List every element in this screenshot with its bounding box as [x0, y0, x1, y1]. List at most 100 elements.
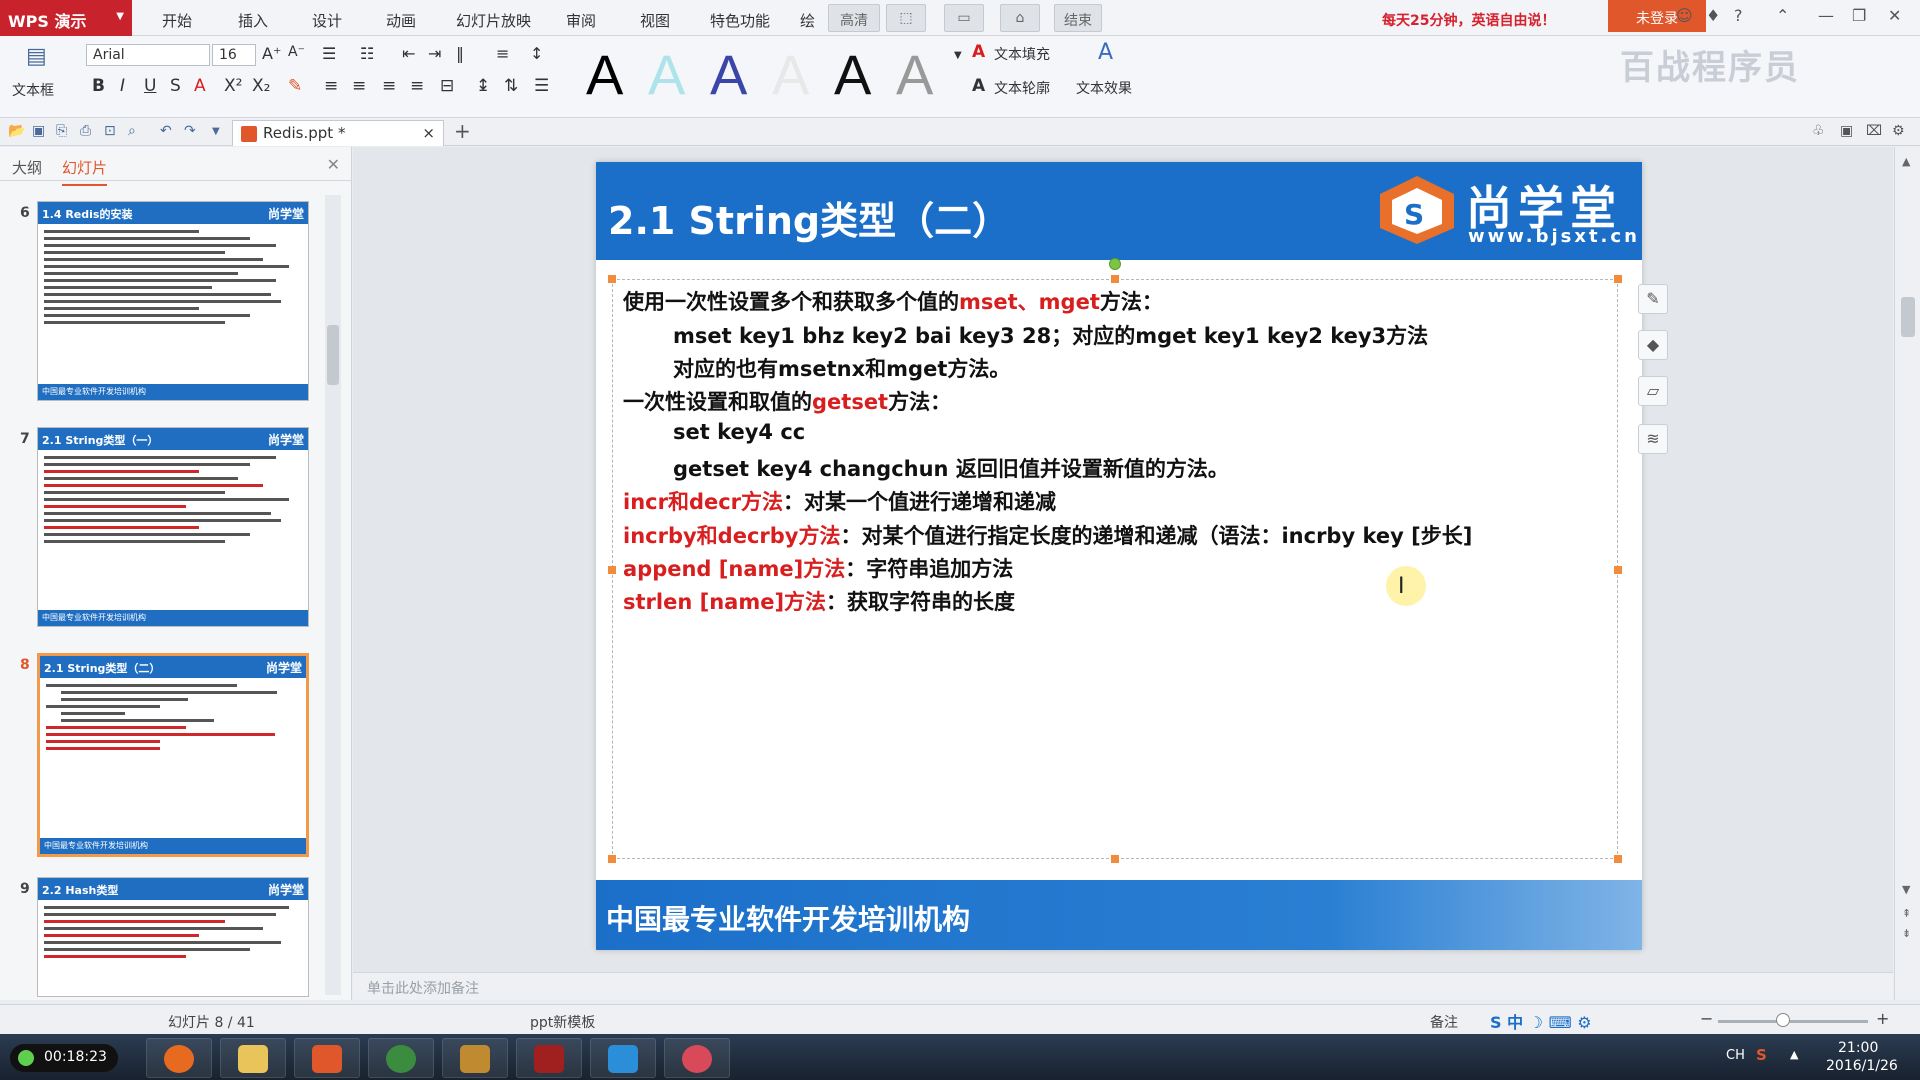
distribute-icon[interactable]: ⊟	[440, 76, 454, 96]
open-icon[interactable]: 📂	[8, 123, 25, 139]
scroll-up-icon[interactable]: ▲	[1902, 155, 1910, 168]
text-direction-icon[interactable]: ↕	[530, 44, 543, 63]
layers-icon[interactable]: ≋	[1638, 424, 1668, 454]
prev-slide-icon[interactable]: ⇞	[1902, 907, 1911, 920]
columns-icon[interactable]: ‖	[456, 44, 464, 63]
new-tab-icon[interactable]: +	[454, 119, 471, 143]
fill-icon[interactable]: ◆	[1638, 330, 1668, 360]
redo-icon[interactable]: ↷	[184, 123, 196, 139]
text-outline-button[interactable]: 文本轮廓	[994, 78, 1050, 98]
text-style-white[interactable]: A	[772, 42, 809, 107]
print-preview-icon[interactable]: ⊡	[104, 123, 116, 139]
next-slide-icon[interactable]: ⇟	[1902, 927, 1911, 940]
tray-expand-icon[interactable]: ▲	[1790, 1048, 1798, 1061]
taskbar-app-7[interactable]	[590, 1038, 656, 1078]
resize-handle[interactable]	[608, 855, 616, 863]
chevron-down-icon[interactable]: ▼	[954, 50, 962, 61]
shadow-text-icon[interactable]: S	[170, 76, 181, 96]
ribbon-collapse-icon[interactable]: ⌃	[1776, 6, 1789, 25]
resize-handle[interactable]	[608, 566, 616, 574]
language-indicator[interactable]: CH	[1726, 1048, 1745, 1063]
skin-icon[interactable]: ☺	[1676, 6, 1693, 25]
scrollbar-thumb[interactable]	[1901, 297, 1915, 337]
text-style-blue[interactable]: A	[710, 42, 747, 107]
bullet-list-icon[interactable]: ☰	[322, 44, 336, 63]
end-button[interactable]: 结束	[1054, 4, 1102, 32]
chevron-down-icon[interactable]: ▼	[212, 126, 220, 137]
zoom-slider[interactable]	[1718, 1020, 1868, 1023]
font-shrink-icon[interactable]: A⁻	[288, 44, 305, 60]
screen-recorder[interactable]: 00:18:23	[10, 1044, 118, 1072]
subscript-icon[interactable]: X₂	[252, 76, 270, 96]
thumbnail-scrollbar[interactable]	[325, 195, 341, 995]
close-tab-icon[interactable]: ×	[422, 124, 435, 142]
font-size-select[interactable]: 16	[212, 44, 256, 66]
font-color-icon[interactable]: A	[194, 76, 206, 96]
text-style-bold[interactable]: A	[834, 42, 871, 107]
slide[interactable]: 2.1 String类型（二） S 尚学堂 www.bjsxt.cn 使用一次性…	[596, 162, 1642, 950]
home-icon[interactable]: ⌂	[1000, 4, 1040, 32]
vertical-scrollbar[interactable]: ▲ ▼ ⇞ ⇟	[1894, 147, 1920, 1000]
tool-icon[interactable]: ♧	[1812, 123, 1825, 139]
close-icon[interactable]: ✕	[1888, 6, 1901, 25]
zoom-in-icon[interactable]: +	[1876, 1009, 1889, 1028]
taskbar-app-8[interactable]	[664, 1038, 730, 1078]
font-name-select[interactable]: Arial	[86, 44, 210, 66]
menu-insert[interactable]: 插入	[238, 10, 268, 31]
zoom-out-icon[interactable]: −	[1700, 1009, 1713, 1028]
italic-icon[interactable]: I	[120, 76, 125, 96]
slide-thumbnail-6[interactable]: 1.4 Redis的安装 尚学堂 中国最专业软件开发培训机构	[37, 201, 309, 401]
window-icon[interactable]: ▭	[944, 4, 984, 32]
textbox-button[interactable]: 文本框	[12, 80, 54, 100]
slide-thumbnail-7[interactable]: 2.1 String类型（一） 尚学堂 中国最专业软件开发培训机构	[37, 427, 309, 627]
settings-icon[interactable]: ⚙	[1892, 123, 1905, 139]
menu-view[interactable]: 视图	[640, 10, 670, 31]
sogou-icon[interactable]: S	[1756, 1046, 1767, 1064]
export-icon[interactable]: ⎘	[56, 123, 67, 139]
shirt-icon[interactable]: ♦	[1706, 6, 1720, 25]
zoom-slider-handle[interactable]	[1776, 1013, 1790, 1027]
text-style-black[interactable]: A	[586, 42, 623, 107]
input-method-icon[interactable]: S 中 ☽ ⌨ ⚙	[1490, 1009, 1592, 1033]
resize-handle[interactable]	[1111, 855, 1119, 863]
print-icon[interactable]: ⎙	[80, 123, 91, 139]
menu-animation[interactable]: 动画	[386, 10, 416, 31]
taskbar-chrome[interactable]	[368, 1038, 434, 1078]
numbered-list-icon[interactable]: ☷	[360, 44, 374, 63]
align-center-icon[interactable]: ≡	[352, 76, 366, 96]
justify-icon[interactable]: ≡	[410, 76, 424, 96]
taskbar-app-5[interactable]	[442, 1038, 508, 1078]
content-textbox[interactable]: 使用一次性设置多个和获取多个值的mset、mget方法： mset key1 b…	[608, 258, 1622, 863]
text-fill-button[interactable]: 文本填充	[994, 44, 1050, 64]
taskbar-app-6[interactable]	[516, 1038, 582, 1078]
menu-design[interactable]: 设计	[312, 10, 342, 31]
slide-thumbnail-9[interactable]: 2.2 Hash类型 尚学堂	[37, 877, 309, 997]
align-text-icon[interactable]: ≡	[496, 44, 509, 63]
resize-handle[interactable]	[608, 275, 616, 283]
undo-icon[interactable]: ↶	[160, 123, 172, 139]
hd-button[interactable]: 高清	[828, 4, 880, 32]
help-icon[interactable]: ?	[1734, 6, 1743, 25]
clock-time[interactable]: 21:00	[1838, 1040, 1878, 1056]
resize-handle[interactable]	[1614, 855, 1622, 863]
underline-icon[interactable]: U	[144, 76, 156, 96]
view-icon[interactable]: ▣	[1840, 123, 1853, 139]
capture-icon[interactable]: ⬚	[886, 4, 926, 32]
slide-thumbnail-8[interactable]: 2.1 String类型（二） 尚学堂 中国最专业软件开发培训机构	[37, 653, 309, 857]
bold-icon[interactable]: B	[92, 76, 105, 96]
resize-handle[interactable]	[1111, 275, 1119, 283]
edit-shape-icon[interactable]: ✎	[1638, 284, 1668, 314]
text-style-gray[interactable]: A	[896, 42, 933, 107]
menu-home[interactable]: 开始	[162, 10, 192, 31]
resize-handle[interactable]	[1614, 566, 1622, 574]
menu-review[interactable]: 审阅	[566, 10, 596, 31]
menu-slideshow[interactable]: 幻灯片放映	[456, 10, 531, 31]
save-icon[interactable]: ▣	[32, 123, 45, 139]
minimize-icon[interactable]: —	[1818, 6, 1834, 25]
taskbar-firefox[interactable]	[146, 1038, 212, 1078]
app-menu-button[interactable]: WPS 演示 ▼	[0, 0, 132, 36]
promo-link[interactable]: 每天25分钟，英语自由说！	[1382, 10, 1555, 30]
tab-slides[interactable]: 幻灯片	[62, 157, 108, 186]
outline-icon[interactable]: ▱	[1638, 376, 1668, 406]
outdent-icon[interactable]: ⇥	[428, 44, 441, 63]
